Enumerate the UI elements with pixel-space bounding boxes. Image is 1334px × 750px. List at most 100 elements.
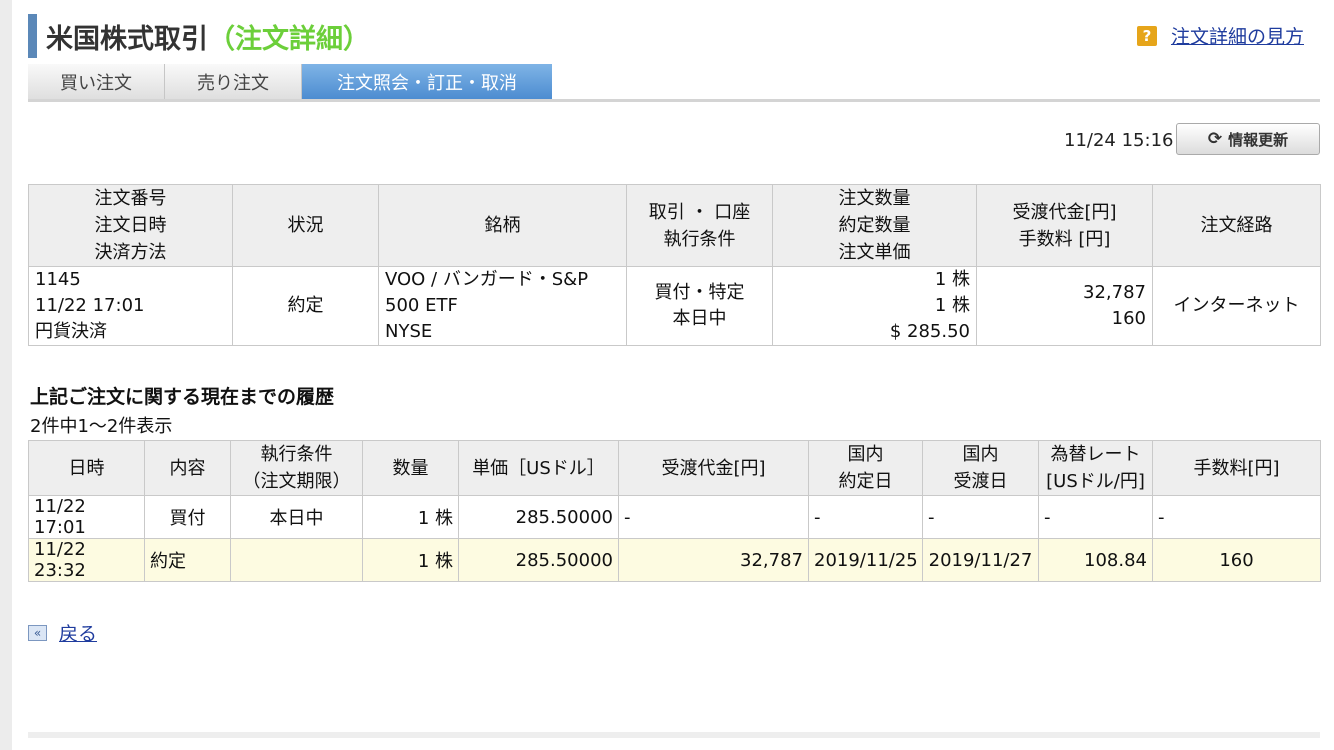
help-link[interactable]: 注文詳細の見方 (1171, 22, 1304, 49)
hist-header-settle-date-line2: 受渡日 (953, 471, 1008, 492)
header-order-info: 注文番号 注文日時 決済方法 (28, 184, 233, 267)
order-info-cell: 1145 11/22 17:01 円貨決済 (28, 266, 233, 346)
page-title-sub: （注文詳細） (208, 24, 370, 55)
amount-cell: 32,787 160 (976, 266, 1153, 346)
history-count: 2件中1〜2件表示 (30, 416, 173, 437)
hist-fee: 160 (1152, 538, 1321, 582)
settlement-amount: 32,787 (1083, 282, 1146, 303)
left-strip (0, 0, 12, 750)
hist-content: 約定 (144, 538, 231, 582)
back-link[interactable]: 戻る (59, 619, 97, 646)
bottom-divider (28, 732, 1320, 738)
refresh-label: 情報更新 (1228, 130, 1289, 149)
updated-timestamp: 11/24 15:16 (1064, 130, 1174, 151)
hist-unit-price: 285.50000 (458, 538, 619, 582)
tab-order-inquiry[interactable]: 注文照会・訂正・取消 (302, 64, 552, 100)
hist-condition: 本日中 (230, 495, 363, 539)
header-amounts: 受渡代金[円] 手数料 [円] (976, 184, 1153, 267)
trade-account: 買付・特定 (654, 282, 745, 303)
hist-fee: - (1152, 495, 1321, 539)
order-row: 1145 11/22 17:01 円貨決済 約定 VOO / バンガード・S&P… (28, 266, 1321, 346)
hist-header-unit-price: 単価［USドル］ (458, 440, 619, 496)
page-title: 米国株式取引（注文詳細） (46, 17, 370, 56)
order-route: インターネット (1152, 266, 1321, 346)
header-quantities: 注文数量 約定数量 注文単価 (772, 184, 977, 267)
back-area: « 戻る (28, 619, 97, 646)
refresh-icon: ⟳ (1207, 129, 1223, 149)
hist-amount: 32,787 (618, 538, 809, 582)
tab-buy-order[interactable]: 買い注文 (28, 64, 165, 100)
hist-datetime: 11/22 23:32 (28, 538, 145, 582)
hist-rate: - (1038, 495, 1153, 539)
header-trade-account-line1: 取引 ・ 口座 (648, 201, 751, 223)
order-tabs: 買い注文 売り注文 注文照会・訂正・取消 (28, 64, 552, 100)
symbol-line2: 500 ETF (385, 295, 458, 316)
symbol-line1: VOO / バンガード・S&P (385, 269, 589, 290)
settlement-method: 円貨決済 (35, 321, 107, 342)
quantity-cell: 1 株 1 株 $ 285.50 (772, 266, 977, 346)
table-row: 11/22 23:32 約定 1 株 285.50000 32,787 2019… (28, 538, 1321, 582)
hist-exec-date: - (808, 495, 923, 539)
order-price: $ 285.50 (889, 321, 970, 342)
refresh-button[interactable]: ⟳ 情報更新 (1176, 123, 1320, 155)
trade-account-cell: 買付・特定 本日中 (626, 266, 773, 346)
hist-exec-date: 2019/11/25 (808, 538, 923, 582)
back-arrow-icon[interactable]: « (28, 624, 47, 641)
hist-header-rate-line2: [USドル/円] (1046, 471, 1145, 492)
order-datetime: 11/22 17:01 (35, 295, 145, 316)
hist-header-rate-line1: 為替レート (1050, 444, 1141, 465)
hist-header-fee: 手数料[円] (1152, 440, 1321, 496)
help-question-icon[interactable]: ? (1136, 25, 1157, 46)
filled-quantity: 1 株 (934, 295, 970, 316)
hist-qty: 1 株 (362, 495, 459, 539)
header-condition: 執行条件 (663, 228, 736, 250)
order-number: 1145 (35, 269, 81, 290)
symbol-exchange: NYSE (385, 321, 433, 342)
order-header-row: 注文番号 注文日時 決済方法 状況 銘柄 取引 ・ 口座 執行条件 注文数量 約… (28, 184, 1321, 267)
header-fee: 手数料 [円] (1018, 228, 1111, 250)
symbol-cell: VOO / バンガード・S&P 500 ETF NYSE (378, 266, 627, 346)
header-order-qty: 注文数量 (838, 188, 911, 209)
header-filled-qty: 約定数量 (838, 215, 911, 236)
hist-header-exec-date-line2: 約定日 (838, 471, 893, 492)
header-order-datetime: 注文日時 (94, 215, 167, 236)
hist-header-rate: 為替レート [USドル/円] (1038, 440, 1153, 496)
fee-amount: 160 (1111, 308, 1146, 329)
hist-header-amount: 受渡代金[円] (618, 440, 809, 496)
hist-settle-date: - (922, 495, 1039, 539)
hist-header-datetime: 日時 (28, 440, 145, 496)
tab-sell-order[interactable]: 売り注文 (165, 64, 302, 100)
header-settlement-amount: 受渡代金[円] (1012, 201, 1117, 223)
hist-datetime: 11/22 17:01 (28, 495, 145, 539)
header-symbol: 銘柄 (378, 184, 627, 267)
header-route: 注文経路 (1152, 184, 1321, 267)
hist-header-qty: 数量 (362, 440, 459, 496)
order-status: 約定 (232, 266, 379, 346)
tabs-underline (28, 99, 1320, 102)
title-accent-bar (28, 14, 37, 58)
hist-header-condition-line1: 執行条件 (260, 444, 333, 465)
order-quantity: 1 株 (934, 269, 970, 290)
header-order-price: 注文単価 (838, 242, 911, 263)
hist-header-exec-date-line1: 国内 (847, 444, 884, 465)
execution-condition: 本日中 (672, 308, 727, 329)
history-table: 日時 内容 執行条件 （注文期限） 数量 単価［USドル］ 受渡代金[円] 国内… (28, 440, 1321, 582)
hist-header-condition-line2: （注文期限） (242, 471, 351, 492)
hist-settle-date: 2019/11/27 (922, 538, 1039, 582)
history-header-row: 日時 内容 執行条件 （注文期限） 数量 単価［USドル］ 受渡代金[円] 国内… (28, 440, 1321, 496)
page-title-main: 米国株式取引 (46, 24, 208, 55)
hist-amount: - (618, 495, 809, 539)
hist-header-settle-date-line1: 国内 (962, 444, 999, 465)
header-order-no: 注文番号 (94, 188, 167, 209)
hist-rate: 108.84 (1038, 538, 1153, 582)
hist-header-condition: 執行条件 （注文期限） (230, 440, 363, 496)
help-area: ? 注文詳細の見方 (1136, 22, 1304, 49)
hist-unit-price: 285.50000 (458, 495, 619, 539)
order-detail-table: 注文番号 注文日時 決済方法 状況 銘柄 取引 ・ 口座 執行条件 注文数量 約… (28, 184, 1321, 346)
header-settlement: 決済方法 (94, 242, 167, 263)
header-status: 状況 (232, 184, 379, 267)
hist-header-exec-date: 国内 約定日 (808, 440, 923, 496)
header-trade-account: 取引 ・ 口座 執行条件 (626, 184, 773, 267)
history-section-title: 上記ご注文に関する現在までの履歴 (30, 386, 335, 408)
hist-qty: 1 株 (362, 538, 459, 582)
